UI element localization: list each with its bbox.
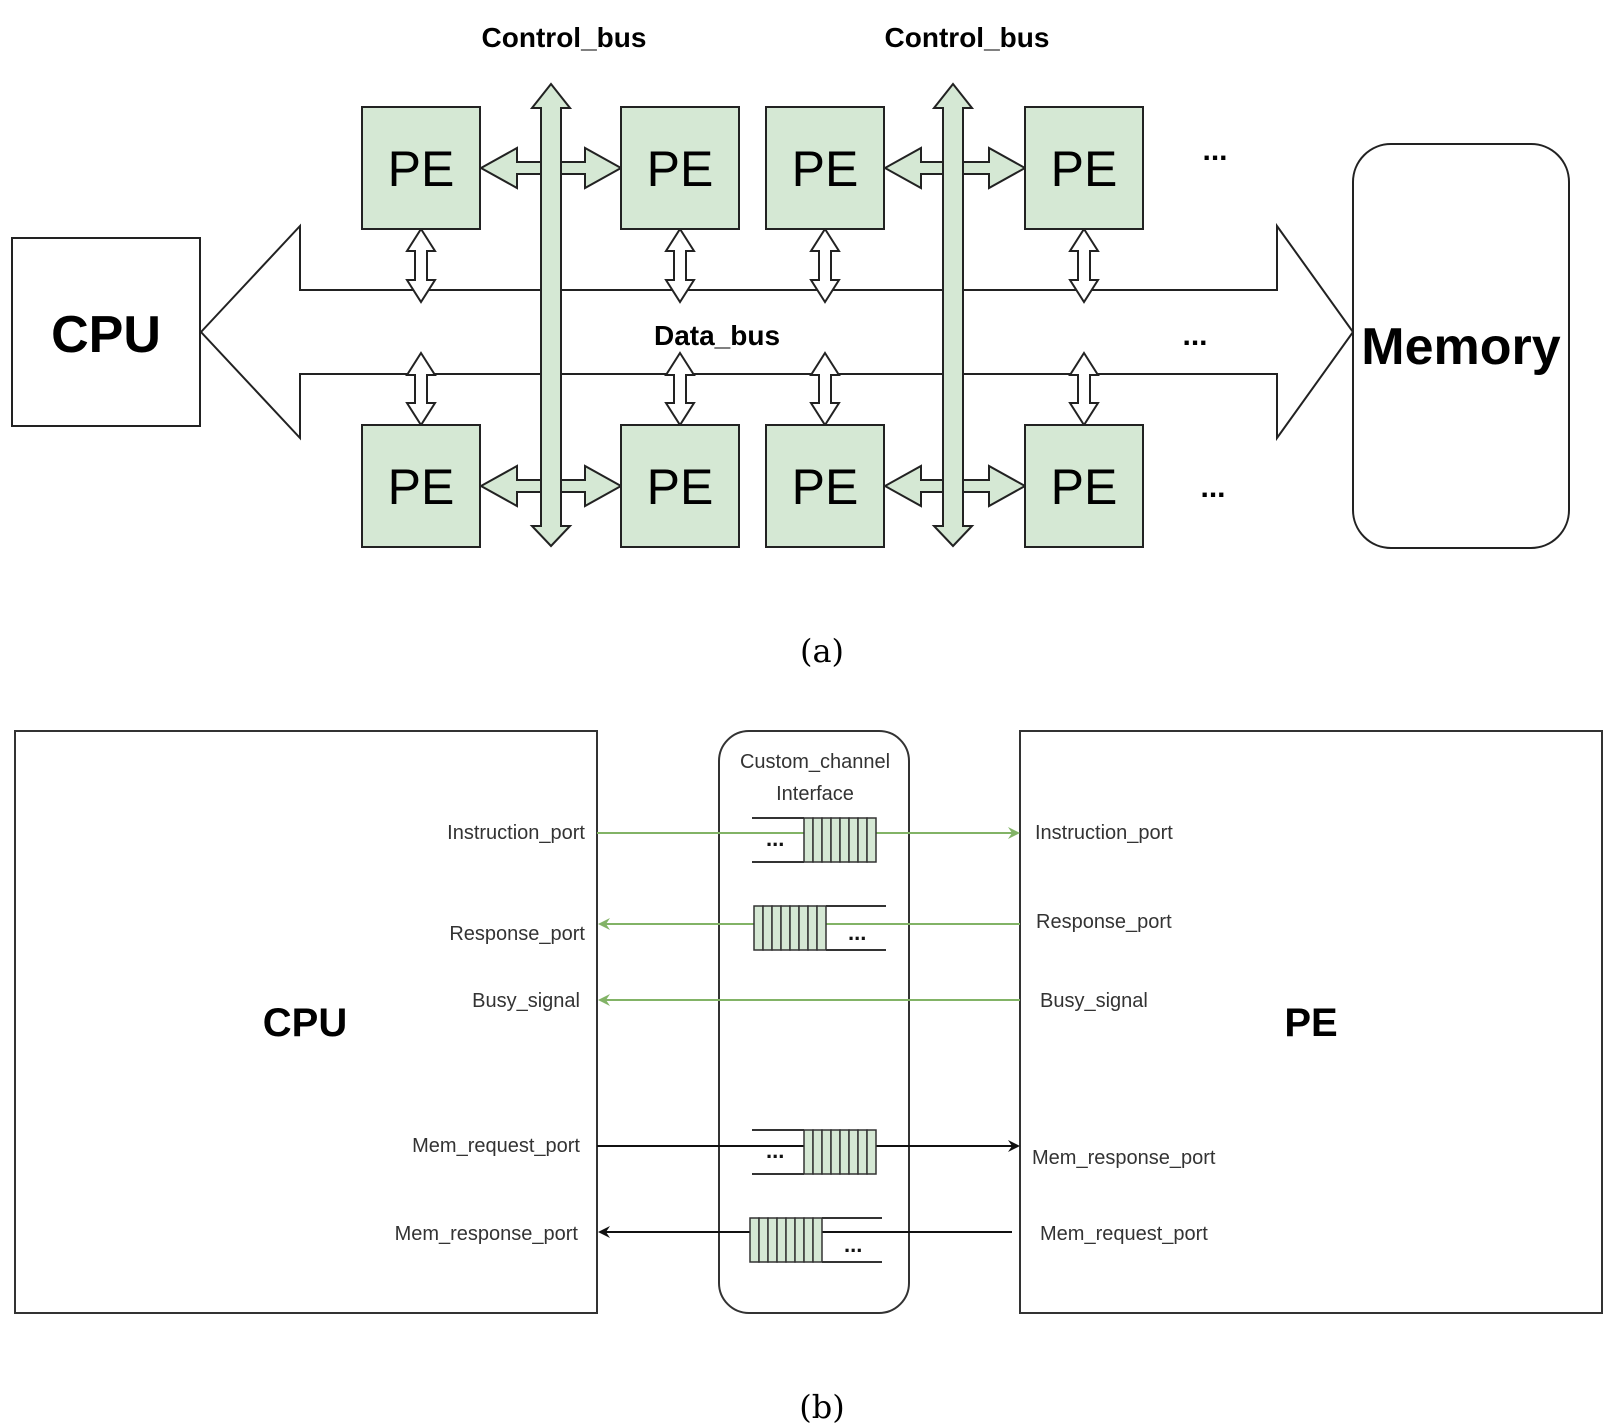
memory-label: Memory [1361,318,1560,376]
channel-title-line1: Custom_channel [740,751,890,773]
pe-box: PE [765,424,885,548]
queue-cell [776,1217,787,1263]
queue-cell [794,1217,805,1263]
queue-ellipsis: ... [848,920,866,945]
pe-label: PE [647,141,714,197]
pe-box: PE [1024,106,1144,230]
control-link-arrow [560,146,624,190]
cpu-block-a: CPU [11,237,201,427]
queue-cell [758,1217,769,1263]
queue-cell [771,905,782,951]
queue-cell [803,1129,814,1175]
queue-cell [807,905,818,951]
queue-cell [848,817,859,863]
queue-cell [789,905,800,951]
pe-port-busy: Busy_signal [1040,990,1148,1012]
diagram-canvas: CPU Data_bus ... Memory Control_bus Cont… [11,22,1603,1426]
queue-cell [848,1129,859,1175]
queue-cell [803,817,814,863]
caption-a: (a) [800,632,844,670]
queue-cell [821,1129,832,1175]
queue-cell [767,1217,778,1263]
queue-ellipsis: ... [766,826,784,851]
data-bus-label: Data_bus [654,320,780,351]
pe-label: PE [1051,141,1118,197]
queue-cell [830,1129,841,1175]
queue-cell [857,817,868,863]
queue-cell [803,1217,814,1263]
ellipsis-middle: ... [1182,319,1207,352]
control-bus-label-2: Control_bus [885,22,1050,53]
pe-label: PE [647,459,714,515]
pe-label: PE [792,459,859,515]
pe-label: PE [792,141,859,197]
channel-title-line2: Interface [776,783,854,805]
pe-box: PE [361,424,481,548]
pe-label: PE [388,141,455,197]
cpu-port-busy: Busy_signal [472,990,580,1012]
pe-box: PE [620,106,740,230]
control-link-arrow [882,146,944,190]
pe-box: PE [620,424,740,548]
queue-cell [812,1217,823,1263]
queue-cell [798,905,809,951]
pe-box: PE [765,106,885,230]
control-bus-label-1: Control_bus [482,22,647,53]
queue-cell [816,905,827,951]
cpu-port-instruction: Instruction_port [447,822,585,844]
pe-port-instruction: Instruction_port [1035,822,1173,844]
queue-cell [785,1217,796,1263]
control-link-arrow [478,464,542,508]
control-link-arrow [882,464,944,508]
cpu-port-mem-response: Mem_response_port [395,1223,579,1245]
pe-port-mem-response: Mem_response_port [1032,1147,1216,1169]
pe-port-response: Response_port [1036,911,1172,933]
cpu-label-a: CPU [51,306,161,364]
memory-block: Memory [1352,143,1570,549]
queue-cell [821,817,832,863]
queue-cell [839,817,850,863]
control-link-arrow [478,146,542,190]
pe-box: PE [361,106,481,230]
queue-cell [753,905,764,951]
pe-box: PE [1024,424,1144,548]
queue-cell [857,1129,868,1175]
queue-cell [866,817,877,863]
queue-cell [866,1129,877,1175]
cpu-label-b: CPU [263,1001,347,1045]
caption-b: (b) [799,1388,844,1426]
queue-cell [812,817,823,863]
cpu-port-mem-request: Mem_request_port [412,1135,580,1157]
control-link-arrow [962,146,1028,190]
queue-cell [830,817,841,863]
queue-ellipsis: ... [844,1232,862,1257]
pe-label: PE [1051,459,1118,515]
queue-cell [762,905,773,951]
control-link-arrow [560,464,624,508]
queue-cell [812,1129,823,1175]
pe-port-mem-request: Mem_request_port [1040,1223,1208,1245]
pe-label: PE [388,459,455,515]
ellipsis-top: ... [1202,134,1227,167]
queue-ellipsis: ... [766,1138,784,1163]
cpu-port-response: Response_port [449,923,585,945]
pe-label-b: PE [1284,1001,1337,1045]
queue-cell [749,1217,760,1263]
queue-cell [780,905,791,951]
ellipsis-bottom: ... [1200,471,1225,504]
control-link-arrow [962,464,1028,508]
queue-cell [839,1129,850,1175]
